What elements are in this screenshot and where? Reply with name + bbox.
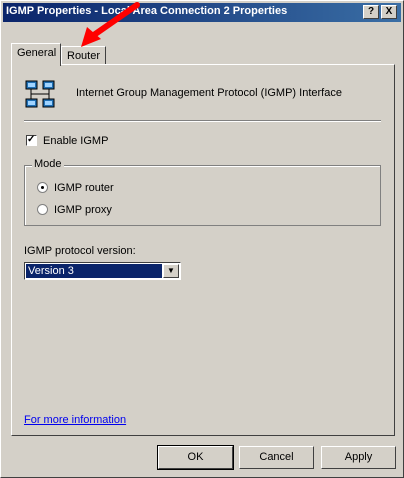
title-bar[interactable]: IGMP Properties - Local Area Connection … [3, 3, 401, 22]
radio-igmp-router-label: IGMP router [54, 182, 114, 194]
mode-groupbox: Mode IGMP router IGMP proxy [24, 158, 381, 226]
checkmark-icon: ✓ [27, 134, 36, 145]
apply-button[interactable]: Apply [321, 446, 396, 469]
radio-dot-icon [41, 186, 44, 189]
radio-igmp-proxy-label: IGMP proxy [54, 204, 112, 216]
mode-legend: Mode [32, 158, 64, 170]
protocol-version-label: IGMP protocol version: [24, 245, 136, 257]
help-button[interactable]: ? [363, 5, 379, 19]
radio-igmp-proxy[interactable]: IGMP proxy [37, 204, 112, 216]
protocol-version-value: Version 3 [26, 264, 162, 278]
close-button[interactable]: X [381, 5, 397, 19]
protocol-version-select[interactable]: Version 3 ▼ [24, 262, 181, 280]
more-info-link[interactable]: For more information [24, 414, 126, 426]
checkbox-box[interactable]: ✓ [26, 134, 37, 146]
dialog-window: IGMP Properties - Local Area Connection … [0, 0, 404, 478]
general-tab-panel: Internet Group Management Protocol (IGMP… [11, 64, 395, 436]
radio-igmp-router[interactable]: IGMP router [37, 182, 114, 194]
divider [24, 120, 381, 122]
chevron-down-icon[interactable]: ▼ [163, 264, 179, 278]
network-interface-icon [25, 80, 55, 108]
enable-igmp-label: Enable IGMP [43, 135, 109, 147]
enable-igmp-checkbox[interactable]: ✓ Enable IGMP [26, 134, 109, 147]
interface-label: Internet Group Management Protocol (IGMP… [76, 87, 342, 99]
tab-general[interactable]: General [11, 43, 61, 66]
cancel-button[interactable]: Cancel [239, 446, 314, 469]
ok-button[interactable]: OK [157, 445, 234, 470]
radio-button[interactable] [37, 204, 48, 215]
radio-button-selected[interactable] [37, 182, 48, 193]
annotation-arrow [81, 2, 140, 47]
window-title: IGMP Properties - Local Area Connection … [6, 5, 288, 17]
tab-strip: General Router [11, 43, 401, 66]
